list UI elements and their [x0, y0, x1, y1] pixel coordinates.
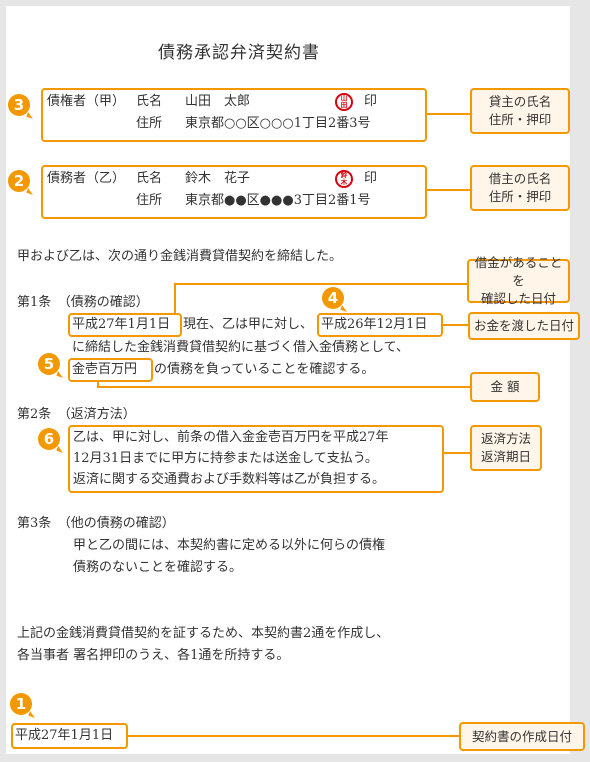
- article2-line: 12月31日までに甲方に持参または送金して支払う。: [73, 451, 378, 466]
- article2-line: 乙は、甲に対し、前条の借入金金壱百万円を平成27年: [73, 430, 389, 445]
- debtor-role: 債務者（乙）: [47, 171, 126, 186]
- creation-date: 平成27年1月1日: [15, 728, 114, 743]
- callout-text: 金 額: [490, 379, 520, 394]
- callout-text: 借金があることを: [474, 255, 563, 288]
- callout-borrower: 借主の氏名 住所・押印: [470, 165, 570, 211]
- date-confirmed: 平成27年1月1日: [72, 317, 171, 332]
- badge-3: 3: [8, 94, 30, 116]
- debtor-name: 鈴木 花子: [185, 171, 251, 186]
- connector-line: [128, 735, 460, 737]
- connector-line: [97, 386, 471, 388]
- callout-text: 返済期日: [480, 449, 531, 464]
- creditor-name: 山田 太郎: [185, 94, 251, 109]
- badge-6: 6: [38, 428, 60, 450]
- callout-text: 借主の氏名: [488, 171, 552, 186]
- article3-heading: 第3条 （他の債務の確認）: [17, 516, 175, 531]
- creditor-address: 東京都○○区○○○1丁目2番3号: [185, 116, 371, 131]
- connector-line: [174, 283, 176, 315]
- article1-heading: 第1条 （債務の確認）: [17, 295, 149, 310]
- debtor-name-label: 氏名: [136, 171, 163, 186]
- document-title: 債務承認弁済契約書: [158, 43, 320, 63]
- callout-debt-confirmed-date: 借金があることを 確認した日付: [467, 255, 570, 306]
- connector-line: [175, 283, 468, 285]
- debtor-address-label: 住所: [136, 193, 163, 208]
- creditor-name-label: 氏名: [136, 94, 163, 109]
- debtor-seal-icon: 鈴 木: [335, 170, 353, 188]
- callout-repayment: 返済方法 返済期日: [470, 425, 542, 471]
- article1-line1-mid: 現在、乙は甲に対し、: [183, 317, 314, 332]
- callout-lender: 貸主の氏名 住所・押印: [470, 88, 570, 134]
- badge-4: 4: [322, 287, 344, 309]
- connector-line: [443, 324, 469, 326]
- connector-line: [427, 113, 471, 115]
- article3-line: 債務のないことを確認する。: [73, 560, 243, 575]
- article1-line3: の債務を負っていることを確認する。: [154, 362, 375, 377]
- callout-amount: 金 額: [470, 372, 540, 402]
- callout-text: 返済方法: [480, 431, 531, 446]
- date-lent: 平成26年12月1日: [321, 317, 428, 332]
- article2-line: 返済に関する交通費および手数料等は乙が負担する。: [73, 472, 386, 487]
- creditor-seal-mark: 印: [364, 94, 378, 109]
- callout-text: 住所・押印: [488, 112, 552, 127]
- callout-text: 貸主の氏名: [488, 94, 552, 109]
- closing-line: 各当事者 署名押印のうえ、各1通を所持する。: [17, 648, 290, 663]
- amount: 金壱百万円: [72, 362, 138, 377]
- connector-line: [444, 452, 471, 454]
- callout-text: 住所・押印: [488, 189, 552, 204]
- creditor-address-label: 住所: [136, 116, 163, 131]
- debtor-address: 東京都●●区●●●3丁目2番1号: [185, 193, 371, 208]
- badge-2: 2: [8, 170, 30, 192]
- intro-text: 甲および乙は、次の通り金銭消費貸借契約を締結した。: [17, 249, 343, 264]
- article3-line: 甲と乙の間には、本契約書に定める以外に何らの債権: [73, 538, 386, 553]
- callout-lent-date: お金を渡した日付: [468, 312, 580, 340]
- callout-creation-date: 契約書の作成日付: [459, 722, 585, 751]
- connector-line: [427, 189, 471, 191]
- seal-char: 木: [340, 178, 348, 186]
- debtor-seal-mark: 印: [364, 171, 378, 186]
- creditor-seal-icon: 山 田: [335, 93, 353, 111]
- seal-char: 田: [340, 101, 348, 109]
- callout-text: 確認した日付: [480, 291, 556, 306]
- article2-heading: 第2条 （返済方法）: [17, 407, 136, 422]
- badge-1: 1: [10, 693, 32, 715]
- callout-text: お金を渡した日付: [473, 318, 574, 333]
- article1-line2: に締結した金銭消費貸借契約に基づく借入金債務として、: [72, 340, 409, 355]
- callout-text: 契約書の作成日付: [471, 728, 572, 744]
- closing-line: 上記の金銭消費貸借契約を証するため、本契約書2通を作成し、: [17, 626, 390, 641]
- creditor-role: 債権者（甲）: [47, 94, 126, 109]
- badge-5: 5: [38, 353, 60, 375]
